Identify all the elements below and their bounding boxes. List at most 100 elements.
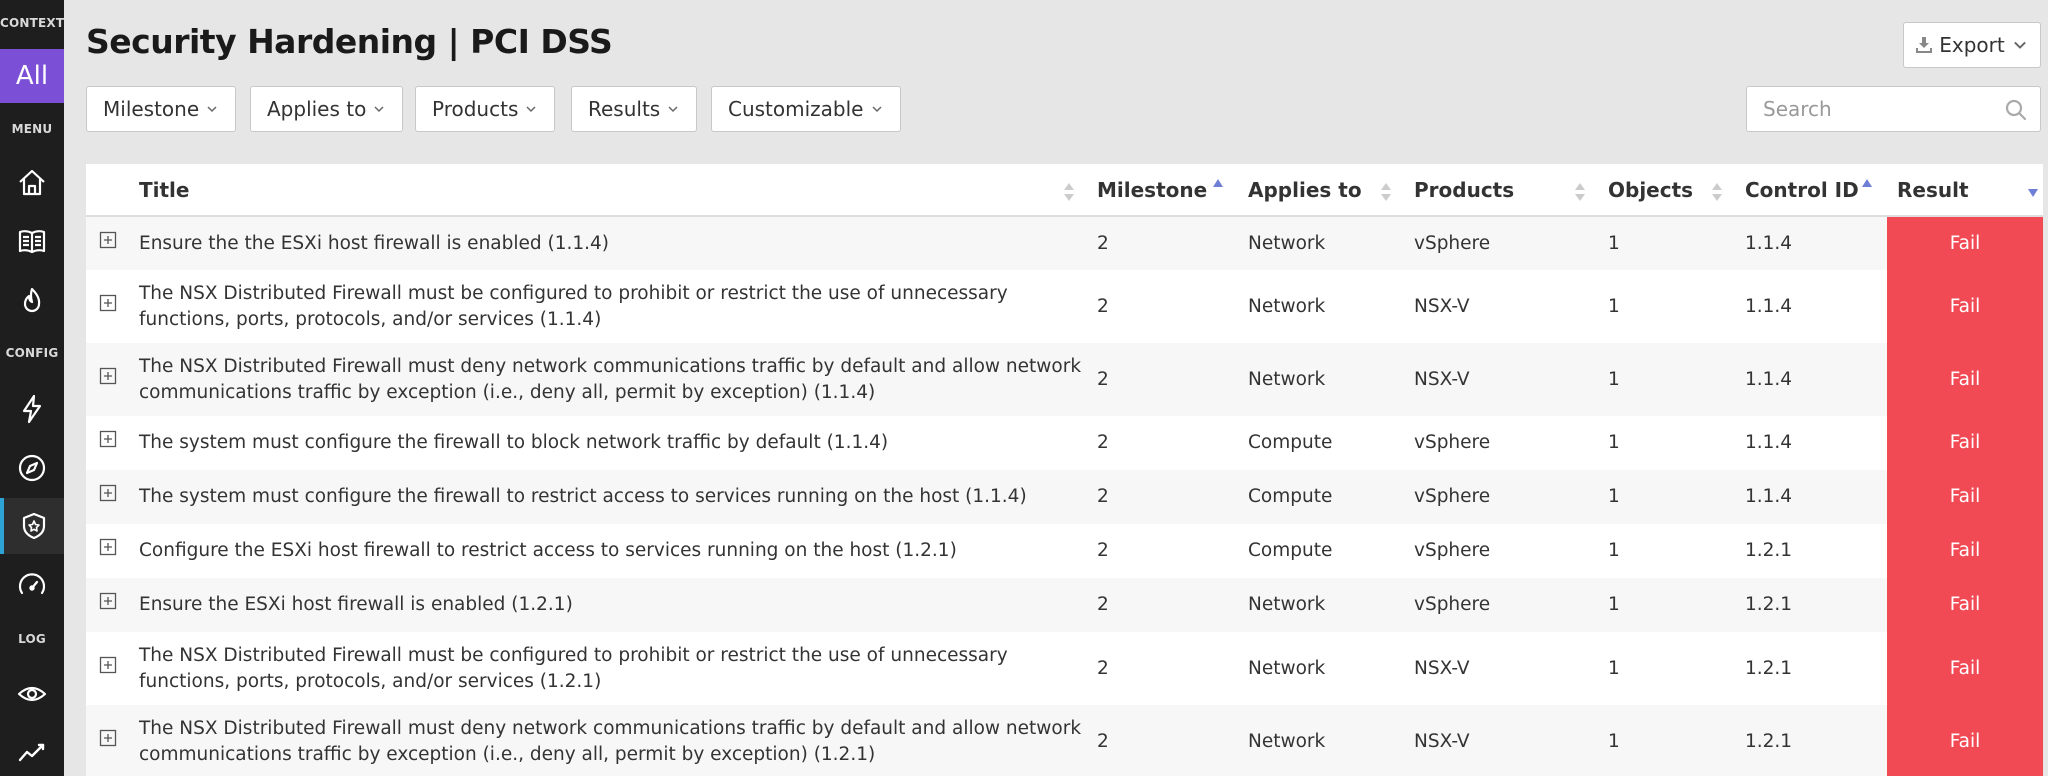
trend-icon[interactable] [0,724,64,776]
cell-result-fail: Fail [1887,343,2043,416]
cell-applies-to: Network [1238,216,1404,270]
column-products[interactable]: Products [1404,164,1598,217]
table-row[interactable]: The NSX Distributed Firewall must be con… [86,632,2043,705]
cell-objects: 1 [1598,343,1735,416]
column-title[interactable]: Title [129,164,1087,217]
filter-milestone-label: Milestone [103,97,200,121]
cell-control-id: 1.1.4 [1735,343,1887,416]
cell-milestone: 2 [1087,270,1238,343]
column-control-id[interactable]: Control ID [1735,164,1887,217]
table-row[interactable]: The system must configure the firewall t… [86,416,2043,470]
expand-icon[interactable] [99,430,117,448]
sort-descending-icon [2028,189,2038,197]
column-applies-to-label: Applies to [1248,177,1362,202]
cell-control-id: 1.1.4 [1735,216,1887,270]
shield-icon[interactable] [0,498,64,554]
cell-title: The NSX Distributed Firewall must be con… [129,270,1087,343]
cell-applies-to: Compute [1238,524,1404,578]
cell-result-fail: Fail [1887,270,2043,343]
cell-milestone: 2 [1087,705,1238,776]
expand-icon[interactable] [99,231,117,249]
expand-icon[interactable] [99,538,117,556]
cell-applies-to: Compute [1238,416,1404,470]
cell-objects: 1 [1598,416,1735,470]
chevron-down-icon [2013,41,2026,49]
page-title: Security Hardening | PCI DSS [86,22,613,61]
cell-applies-to: Network [1238,632,1404,705]
filter-milestone[interactable]: Milestone [86,86,237,132]
column-title-label: Title [139,177,190,202]
filter-customizable[interactable]: Customizable [711,86,901,132]
cell-result-fail: Fail [1887,632,2043,705]
cell-milestone: 2 [1087,578,1238,632]
compass-icon[interactable] [0,440,64,496]
sort-icon [1381,183,1391,201]
column-applies-to[interactable]: Applies to [1238,164,1404,217]
cell-title: The NSX Distributed Firewall must be con… [129,632,1087,705]
flame-icon[interactable] [0,273,64,329]
column-expand [86,164,129,217]
table-row[interactable]: Ensure the ESXi host firewall is enabled… [86,578,2043,632]
cell-result-fail: Fail [1887,524,2043,578]
table-row[interactable]: The NSX Distributed Firewall must be con… [86,270,2043,343]
expand-icon[interactable] [99,367,117,385]
cell-products: NSX-V [1404,632,1598,705]
search-input[interactable] [1747,87,1987,131]
chevron-down-icon [374,106,384,113]
expand-icon[interactable] [99,656,117,674]
filter-products[interactable]: Products [415,86,556,132]
book-icon[interactable] [0,213,64,269]
menu-label: MENU [11,122,53,136]
column-objects-label: Objects [1608,177,1694,202]
filter-products-label: Products [432,97,519,121]
cell-objects: 1 [1598,578,1735,632]
eye-icon[interactable] [0,666,64,722]
cell-title: The NSX Distributed Firewall must deny n… [129,705,1087,776]
expand-icon[interactable] [99,484,117,502]
cell-products: vSphere [1404,470,1598,524]
expand-icon[interactable] [99,592,117,610]
cell-result-fail: Fail [1887,216,2043,270]
home-icon[interactable] [0,155,64,211]
table-header-row: Title Milestone Applies to Products Obje… [86,164,2043,217]
cell-title: Configure the ESXi host firewall to rest… [129,524,1087,578]
table-row[interactable]: Configure the ESXi host firewall to rest… [86,524,2043,578]
cell-title: The system must configure the firewall t… [129,416,1087,470]
cell-result-fail: Fail [1887,705,2043,776]
export-button[interactable]: Export [1903,22,2041,68]
speedometer-icon[interactable] [0,558,64,614]
search-icon[interactable] [2004,98,2028,122]
expand-icon[interactable] [99,294,117,312]
cell-objects: 1 [1598,270,1735,343]
cell-control-id: 1.2.1 [1735,578,1887,632]
download-icon [1916,37,1933,53]
table-row[interactable]: The NSX Distributed Firewall must deny n… [86,705,2043,776]
column-result[interactable]: Result [1887,164,2043,217]
search-box [1746,86,2041,132]
cell-applies-to: Network [1238,578,1404,632]
config-label: CONFIG [5,346,59,360]
sidebar: CONTEXT All MENU CONFIG LOG [0,0,64,776]
column-milestone[interactable]: Milestone [1087,164,1238,217]
cell-title: Ensure the ESXi host firewall is enabled… [129,578,1087,632]
context-label: CONTEXT [0,16,65,30]
column-objects[interactable]: Objects [1598,164,1735,217]
chevron-down-icon [526,106,536,113]
cell-objects: 1 [1598,470,1735,524]
cell-result-fail: Fail [1887,416,2043,470]
chevron-down-icon [668,106,678,113]
table-row[interactable]: The system must configure the firewall t… [86,470,2043,524]
context-all-button[interactable]: All [0,49,64,103]
sort-icon [1712,183,1722,201]
table-row[interactable]: The NSX Distributed Firewall must deny n… [86,343,2043,416]
filter-results[interactable]: Results [571,86,698,132]
table-row[interactable]: Ensure the the ESXi host firewall is ena… [86,216,2043,270]
filter-applies-to[interactable]: Applies to [250,86,404,132]
cell-products: vSphere [1404,524,1598,578]
cell-title: Ensure the the ESXi host firewall is ena… [129,216,1087,270]
cell-title: The NSX Distributed Firewall must deny n… [129,343,1087,416]
cell-applies-to: Compute [1238,470,1404,524]
lightning-icon[interactable] [0,381,64,437]
filter-results-label: Results [588,97,661,121]
expand-icon[interactable] [99,729,117,747]
